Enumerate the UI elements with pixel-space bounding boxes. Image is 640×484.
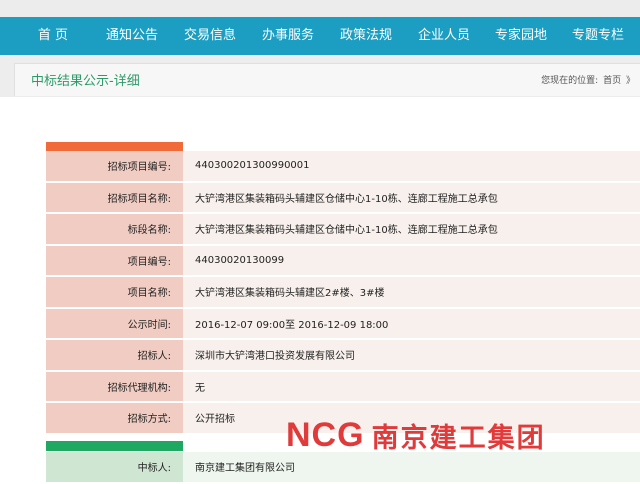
nav-item-policy[interactable]: 政策法规	[340, 17, 392, 55]
row-label: 招标项目编号:	[46, 151, 183, 183]
breadcrumb: 您现在的位置: 首页 》	[539, 73, 635, 86]
nav-item-trading[interactable]: 交易信息	[184, 17, 236, 55]
logo-chinese-text: 南京建工集团	[371, 423, 546, 454]
row-value: 44030020130099	[183, 244, 640, 277]
breadcrumb-home-link[interactable]: 首页	[603, 76, 621, 86]
nav-item-topics[interactable]: 专题专栏	[572, 17, 624, 55]
row-label: 中标人:	[46, 452, 183, 484]
info-row: 招标代理机构: 无	[46, 370, 640, 403]
nav-item-notices[interactable]: 通知公告	[106, 17, 158, 55]
main-nav: 首 页 通知公告 交易信息 办事服务 政策法规 企业人员 专家园地 专题专栏	[0, 17, 640, 55]
bid-info-table: 招标项目编号: 440300201300990001 招标项目名称: 大铲湾港区集装箱…	[46, 151, 640, 435]
row-label: 招标人:	[46, 339, 183, 372]
row-value: 无	[183, 370, 640, 403]
row-label: 项目名称:	[46, 276, 183, 309]
row-value: 南京建工集团有限公司	[183, 452, 640, 484]
breadcrumb-separator: 》	[625, 76, 635, 86]
row-value: 大铲湾港区集装箱码头辅建区2#楼、3#楼	[183, 276, 640, 309]
nav-item-companies[interactable]: 企业人员	[418, 17, 470, 55]
nav-item-home[interactable]: 首 页	[38, 17, 68, 55]
row-label: 招标代理机构:	[46, 370, 183, 403]
row-value: 440300201300990001	[183, 151, 640, 183]
title-bar-inner: 中标结果公示-详细 您现在的位置: 首页 》	[14, 63, 640, 96]
company-watermark-logo: NCG 南京建工集团	[286, 416, 640, 454]
info-row: 标段名称: 大铲湾港区集装箱码头辅建区仓储中心1-10栋、连廊工程施工总承包	[46, 213, 640, 246]
info-row: 招标项目编号: 440300201300990001	[46, 151, 640, 183]
row-label: 招标项目名称:	[46, 181, 183, 214]
nav-item-services[interactable]: 办事服务	[262, 17, 314, 55]
info-row: 公示时间: 2016-12-07 09:00至 2016-12-09 18:00	[46, 307, 640, 340]
info-row: 招标项目名称: 大铲湾港区集装箱码头辅建区仓储中心1-10栋、连廊工程施工总承包	[46, 181, 640, 214]
logo-latin-text: NCG	[286, 416, 365, 454]
info-row: 中标人: 南京建工集团有限公司	[46, 452, 640, 484]
winner-info-tab[interactable]	[46, 441, 183, 451]
nav-item-experts[interactable]: 专家园地	[495, 17, 547, 55]
row-label: 项目编号:	[46, 244, 183, 277]
row-value: 2016-12-07 09:00至 2016-12-09 18:00	[183, 307, 640, 340]
row-value: 大铲湾港区集装箱码头辅建区仓储中心1-10栋、连廊工程施工总承包	[183, 181, 640, 214]
row-value: 深圳市大铲湾港口投资发展有限公司	[183, 339, 640, 372]
winner-info-table: 中标人: 南京建工集团有限公司	[46, 452, 640, 484]
browser-top-strip	[0, 0, 640, 17]
title-bar: 中标结果公示-详细 您现在的位置: 首页 》	[0, 55, 640, 97]
row-label: 标段名称:	[46, 213, 183, 246]
info-row: 招标人: 深圳市大铲湾港口投资发展有限公司	[46, 339, 640, 372]
breadcrumb-label: 您现在的位置:	[541, 76, 599, 86]
info-row: 项目编号: 44030020130099	[46, 244, 640, 277]
row-value: 大铲湾港区集装箱码头辅建区仓储中心1-10栋、连廊工程施工总承包	[183, 213, 640, 246]
info-row: 项目名称: 大铲湾港区集装箱码头辅建区2#楼、3#楼	[46, 276, 640, 309]
page-title: 中标结果公示-详细	[31, 74, 140, 89]
row-label: 公示时间:	[46, 307, 183, 340]
row-label: 招标方式:	[46, 402, 183, 435]
